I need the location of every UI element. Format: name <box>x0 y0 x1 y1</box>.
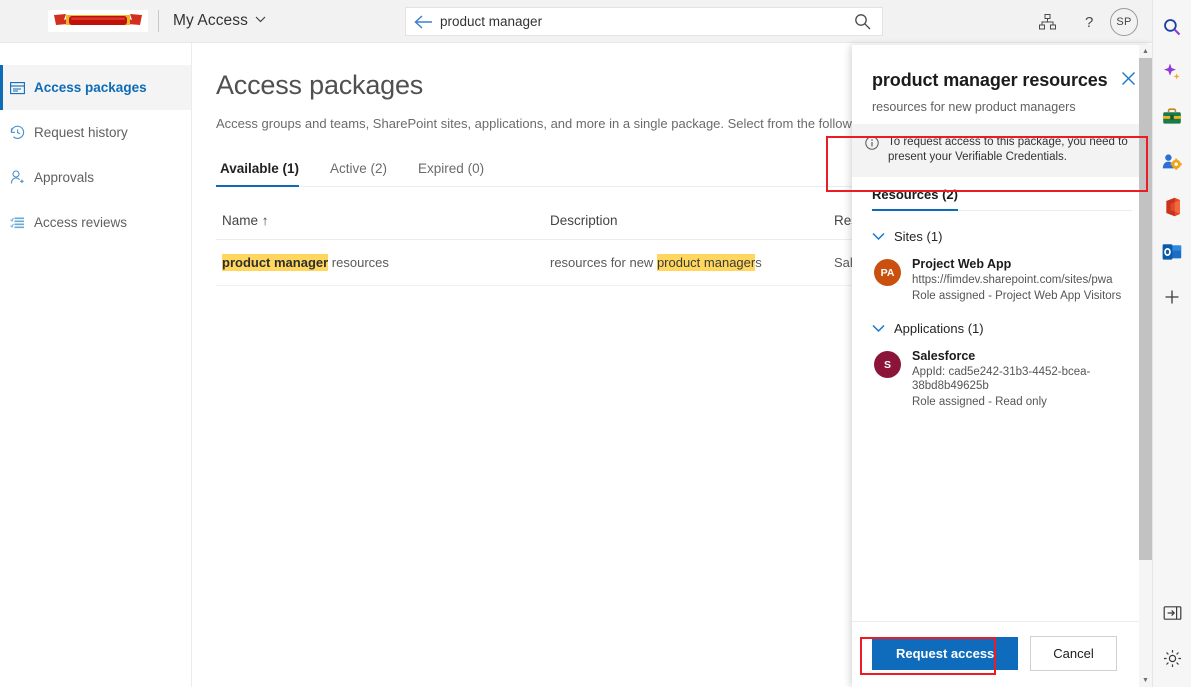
panel-title: product manager resources <box>872 69 1115 91</box>
shopping-toolbox-icon[interactable] <box>1156 101 1188 133</box>
sidebar-item-label: Request history <box>34 125 128 140</box>
resource-role: Role assigned - Project Web App Visitors <box>912 289 1121 303</box>
resource-name: Salesforce <box>912 349 1142 363</box>
browser-sidebar-rail <box>1152 0 1191 687</box>
copilot-sparkle-icon[interactable] <box>1156 56 1188 88</box>
chevron-down-icon <box>872 321 885 336</box>
group-toggle-sites[interactable]: Sites (1) <box>872 229 1142 244</box>
settings-gear-icon[interactable] <box>1156 642 1188 674</box>
sidebar-item-label: Approvals <box>34 170 94 185</box>
group-toggle-applications[interactable]: Applications (1) <box>872 321 1142 336</box>
sidebar-nav: Access packages Request history Approv <box>0 43 192 687</box>
search-input[interactable] <box>440 14 842 29</box>
brand-divider <box>158 10 159 32</box>
tab-active[interactable]: Active (2) <box>326 161 404 186</box>
resource-text-block: Salesforce AppId: cad5e242-31b3-4452-bce… <box>912 349 1142 409</box>
top-header-bar: My Access <box>0 0 1152 43</box>
panel-subtitle: resources for new product managers <box>872 100 1136 114</box>
brand-logo-redacted[interactable] <box>48 10 148 32</box>
expand-panel-icon[interactable] <box>1156 597 1188 629</box>
redaction-ribbon-icon <box>52 12 144 30</box>
group-label: Applications (1) <box>894 321 984 336</box>
history-clock-icon <box>10 125 34 140</box>
notice-text: To request access to this package, you n… <box>888 135 1140 165</box>
panel-header: product manager resources resources for … <box>852 45 1152 114</box>
games-icon[interactable] <box>1156 146 1188 178</box>
search-bar[interactable] <box>405 7 883 36</box>
resource-avatar: PA <box>874 259 901 286</box>
office-icon[interactable] <box>1156 191 1188 223</box>
user-avatar[interactable]: SP <box>1110 8 1138 36</box>
resource-text-block: Project Web App https://fimdev.sharepoin… <box>912 257 1121 303</box>
column-header-description[interactable]: Description <box>550 213 834 228</box>
search-icon[interactable] <box>1156 11 1188 43</box>
close-x-icon[interactable] <box>1121 71 1136 89</box>
svg-text:?: ? <box>1085 14 1093 31</box>
app-root: My Access <box>0 0 1191 687</box>
add-plus-icon[interactable] <box>1156 281 1188 313</box>
sort-ascending-icon: ↑ <box>262 213 269 228</box>
search-icon[interactable] <box>842 13 882 30</box>
resource-name: Project Web App <box>912 257 1121 271</box>
sidebar-item-access-reviews[interactable]: Access reviews <box>0 200 191 245</box>
outlook-icon[interactable] <box>1156 236 1188 268</box>
person-check-icon <box>10 170 34 185</box>
sidebar-item-approvals[interactable]: Approvals <box>0 155 191 200</box>
cell-desc-suffix: s <box>755 255 762 270</box>
panel-tabs: Resources (2) <box>872 187 1132 211</box>
org-hierarchy-icon[interactable] <box>1026 0 1068 43</box>
verifiable-credentials-notice: To request access to this package, you n… <box>852 124 1152 177</box>
search-match-highlight: product manager <box>657 254 755 271</box>
group-label: Sites (1) <box>894 229 942 244</box>
cell-description: resources for new product managers <box>550 255 834 270</box>
app-title-chevron-icon[interactable] <box>255 15 266 26</box>
review-list-icon <box>10 216 34 230</box>
cancel-button[interactable]: Cancel <box>1030 636 1116 671</box>
cell-desc-prefix: resources for new <box>550 255 657 270</box>
top-header-actions: ? SP <box>1026 0 1152 43</box>
resource-group-applications: Applications (1) S Salesforce AppId: cad… <box>872 321 1142 409</box>
request-access-button[interactable]: Request access <box>872 637 1018 670</box>
resource-appid: AppId: cad5e242-31b3-4452-bcea-38bd8b496… <box>912 365 1142 393</box>
app-title: My Access <box>173 12 248 30</box>
sidebar-item-request-history[interactable]: Request history <box>0 110 191 155</box>
chevron-down-icon <box>872 229 885 244</box>
panel-resources-list: Sites (1) PA Project Web App https://fim… <box>852 211 1152 621</box>
cell-name: product manager resources <box>216 255 550 270</box>
scroll-up-arrow-icon[interactable]: ▲ <box>1139 45 1152 58</box>
question-mark-icon[interactable]: ? <box>1068 0 1110 43</box>
scroll-down-arrow-icon[interactable]: ▼ <box>1139 674 1152 687</box>
resource-item[interactable]: PA Project Web App https://fimdev.sharep… <box>872 257 1142 303</box>
package-icon <box>10 81 34 95</box>
resource-avatar: S <box>874 351 901 378</box>
tab-available[interactable]: Available (1) <box>216 161 316 186</box>
column-header-name[interactable]: Name ↑ <box>216 213 550 228</box>
package-detail-panel: product manager resources resources for … <box>852 45 1152 687</box>
cell-name-rest: resources <box>328 255 389 270</box>
resource-role: Role assigned - Read only <box>912 395 1142 409</box>
resource-group-sites: Sites (1) PA Project Web App https://fim… <box>872 229 1142 303</box>
tab-expired[interactable]: Expired (0) <box>414 161 501 186</box>
tab-resources[interactable]: Resources (2) <box>872 187 958 210</box>
resource-item[interactable]: S Salesforce AppId: cad5e242-31b3-4452-b… <box>872 349 1142 409</box>
panel-footer: Request access Cancel <box>852 621 1152 687</box>
sidebar-item-access-packages[interactable]: Access packages <box>0 65 191 110</box>
sidebar-item-label: Access packages <box>34 80 147 95</box>
resource-url: https://fimdev.sharepoint.com/sites/pwa <box>912 273 1121 287</box>
panel-scrollbar[interactable]: ▲ ▼ <box>1139 45 1152 687</box>
info-circle-icon <box>865 136 879 165</box>
back-arrow-icon[interactable] <box>406 15 440 29</box>
sidebar-item-label: Access reviews <box>34 215 127 230</box>
panel-title-row: product manager resources <box>872 69 1136 91</box>
column-header-name-label: Name <box>222 213 258 228</box>
scrollbar-thumb[interactable] <box>1139 58 1152 560</box>
search-match-highlight: product manager <box>222 254 328 271</box>
